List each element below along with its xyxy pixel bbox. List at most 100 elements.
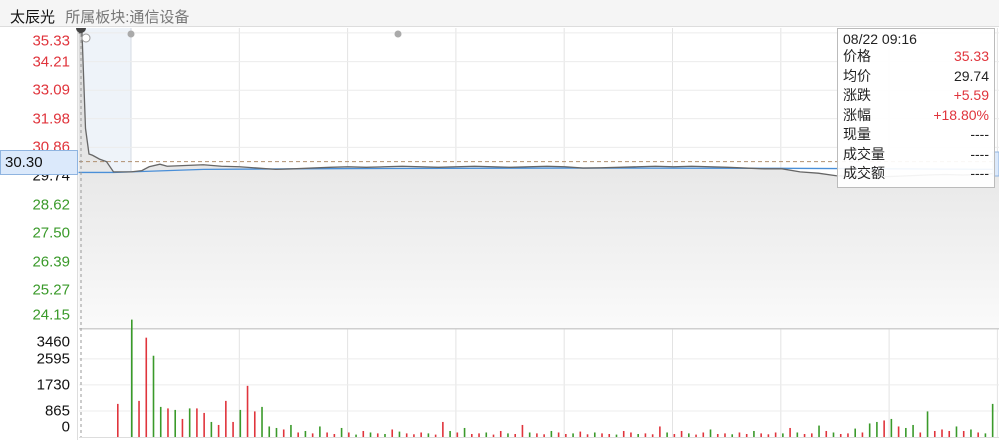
- volume-bar: [420, 432, 422, 437]
- volume-bar: [861, 432, 864, 437]
- tooltip-key: 涨幅: [843, 106, 871, 123]
- volume-bar: [217, 424, 220, 437]
- volume-bar: [941, 429, 943, 437]
- volume-bar: [659, 426, 661, 437]
- volume-bar: [319, 426, 321, 437]
- tooltip-key: 成交额: [843, 165, 885, 181]
- volume-bar: [174, 409, 177, 437]
- volume-bar: [709, 429, 712, 437]
- volume-bar: [716, 433, 719, 437]
- volume-bar: [876, 421, 878, 437]
- volume-bar: [962, 430, 965, 437]
- volume-bar: [926, 411, 929, 437]
- tooltip-value: ----: [970, 145, 989, 162]
- tooltip-value: ----: [970, 165, 989, 181]
- tooltip-panel: 08/22 09:16 价格 35.33 均价 29.74 涨跌 +5.59 涨幅 +18.8…: [837, 28, 995, 188]
- volume-bar: [854, 428, 856, 437]
- volume-bar: [282, 429, 285, 437]
- tooltip-key: 现量: [843, 126, 871, 142]
- volume-bar: [225, 400, 227, 437]
- volume-bar: [152, 355, 155, 437]
- volume-bar: [261, 406, 263, 437]
- volume-bar: [253, 411, 256, 437]
- volume-bar: [362, 430, 365, 437]
- event-marker-icon[interactable]: [81, 33, 91, 43]
- volume-bar: [810, 433, 813, 437]
- volume-bar: [774, 432, 777, 437]
- volume-bar: [688, 433, 690, 437]
- volume-bar: [803, 433, 806, 437]
- volume-bar: [738, 432, 741, 437]
- volume-bar: [977, 432, 979, 437]
- tooltip-row: 涨幅 +18.80%: [843, 106, 989, 126]
- event-dot-icon[interactable]: [394, 30, 402, 38]
- volume-bar: [181, 418, 184, 437]
- volume-bar: [369, 432, 372, 437]
- tooltip-row: 成交额 ----: [843, 164, 989, 184]
- volume-bar: [203, 412, 205, 437]
- volume-bar: [196, 408, 198, 437]
- tooltip-value: +5.59: [953, 87, 989, 103]
- volume-bar: [117, 403, 119, 437]
- volume-bar: [355, 434, 357, 437]
- tooltip-row: 现量 ----: [843, 125, 989, 145]
- volume-bar: [702, 432, 705, 437]
- volume-bar: [767, 434, 770, 437]
- event-dot-icon[interactable]: [127, 30, 135, 38]
- volume-bar: [601, 433, 603, 437]
- tooltip-row: 涨跌 +5.59: [843, 86, 989, 106]
- volume-bar: [673, 433, 676, 437]
- tooltip-row: 成交量 ----: [843, 145, 989, 165]
- volume-bar: [348, 432, 350, 437]
- volume-bar: [912, 424, 914, 437]
- volume-bar: [492, 434, 495, 437]
- volume-bar: [290, 424, 292, 437]
- volume-bar: [405, 433, 408, 437]
- volume-bar: [340, 427, 343, 437]
- volume-bar: [275, 427, 278, 437]
- tooltip-key: 成交量: [843, 145, 885, 162]
- volume-bar: [536, 433, 538, 437]
- volume-bar: [232, 421, 234, 437]
- volume-bar: [651, 434, 654, 437]
- volume-bar: [680, 430, 683, 437]
- volume-bar: [868, 423, 871, 437]
- volume-bar: [376, 433, 379, 437]
- volume-bar: [145, 337, 148, 437]
- volume-bar: [565, 433, 567, 437]
- tooltip-time: 08/22 09:16: [843, 31, 917, 47]
- volume-bar: [919, 432, 922, 437]
- volume-bar: [239, 409, 242, 437]
- volume-bar: [622, 430, 625, 437]
- volume-bar: [463, 427, 466, 437]
- volume-bar: [456, 432, 459, 437]
- volume-bar: [825, 430, 828, 437]
- volume-bar: [478, 433, 480, 437]
- volume-bar: [550, 430, 553, 437]
- volume-bar: [470, 433, 473, 437]
- volume-bar: [796, 432, 799, 437]
- volume-bar: [847, 433, 849, 437]
- volume-bar: [528, 432, 531, 437]
- volume-bar: [167, 408, 169, 437]
- volume-bar: [384, 433, 386, 437]
- volume-bar: [948, 430, 951, 437]
- volume-bar: [593, 432, 596, 437]
- volume-bar: [832, 432, 835, 437]
- volume-bar: [760, 433, 762, 437]
- volume-bar: [507, 433, 509, 437]
- volume-bar: [210, 421, 213, 437]
- volume-bar: [630, 432, 632, 437]
- volume-bar: [579, 431, 582, 437]
- volume-bar: [543, 434, 545, 437]
- volume-bar: [695, 434, 697, 437]
- volume-bar: [724, 433, 726, 437]
- volume-bar: [970, 429, 972, 437]
- volume-bar: [131, 319, 133, 437]
- volume-bar: [138, 400, 140, 437]
- volume-bar: [608, 433, 611, 437]
- volume-bar: [434, 434, 437, 437]
- volume-bar: [427, 433, 430, 437]
- volume-bar: [984, 433, 987, 437]
- volume-bar: [637, 433, 639, 437]
